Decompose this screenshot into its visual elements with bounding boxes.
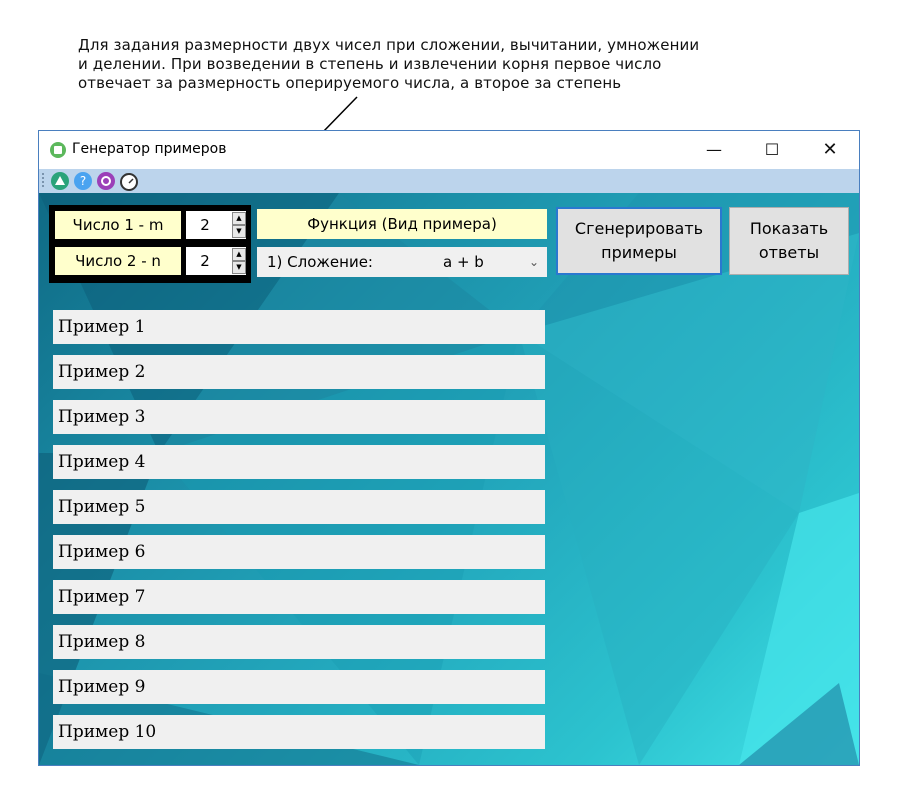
function-selected-name: 1) Сложение: (267, 253, 373, 271)
annotation-line: Для задания размерности двух чисел при с… (78, 36, 700, 54)
app-window: Генератор примеров — ☐ ✕ ? Число 1 - m 2… (38, 130, 860, 766)
example-field[interactable]: Пример 9 (53, 670, 545, 704)
settings-icon[interactable] (97, 172, 115, 190)
show-answers-button[interactable]: Показать ответы (729, 207, 849, 275)
example-field[interactable]: Пример 1 (53, 310, 545, 344)
toolbar-grip[interactable] (42, 173, 44, 189)
dimension-inputs-frame: Число 1 - m 2 ▲ ▼ Число 2 - n 2 ▲ ▼ (49, 205, 251, 283)
function-selected-formula: a + b (443, 253, 484, 271)
number1-up-arrow-icon[interactable]: ▲ (232, 212, 246, 225)
function-select[interactable]: 1) Сложение: a + b ⌄ (257, 247, 547, 277)
example-field[interactable]: Пример 7 (53, 580, 545, 614)
number1-stepper[interactable]: 2 ▲ ▼ (186, 211, 246, 239)
help-icon[interactable]: ? (74, 172, 92, 190)
minimize-button[interactable]: — (691, 131, 737, 169)
window-title: Генератор примеров (72, 141, 227, 157)
example-field[interactable]: Пример 2 (53, 355, 545, 389)
example-field[interactable]: Пример 6 (53, 535, 545, 569)
annotation-line: и делении. При возведении в степень и из… (78, 55, 662, 73)
up-triangle-icon[interactable] (51, 172, 69, 190)
example-field[interactable]: Пример 8 (53, 625, 545, 659)
number2-stepper[interactable]: 2 ▲ ▼ (186, 247, 246, 275)
number2-up-arrow-icon[interactable]: ▲ (232, 248, 246, 261)
timer-icon[interactable] (120, 173, 138, 191)
number1-label: Число 1 - m (55, 211, 181, 239)
app-icon (50, 142, 66, 158)
number1-value[interactable]: 2 (186, 211, 224, 239)
annotation-line: отвечает за размерность оперируемого чис… (78, 74, 622, 92)
example-field[interactable]: Пример 4 (53, 445, 545, 479)
chevron-down-icon[interactable]: ⌄ (529, 247, 539, 277)
number1-down-arrow-icon[interactable]: ▼ (232, 225, 246, 238)
example-field[interactable]: Пример 3 (53, 400, 545, 434)
function-label: Функция (Вид примера) (257, 209, 547, 239)
number2-value[interactable]: 2 (186, 247, 224, 275)
annotation-text: Для задания размерности двух чисел при с… (78, 36, 798, 93)
maximize-button[interactable]: ☐ (749, 131, 795, 169)
example-field[interactable]: Пример 5 (53, 490, 545, 524)
number2-label: Число 2 - n (55, 247, 181, 275)
generate-button[interactable]: Сгенерировать примеры (556, 207, 722, 275)
example-field[interactable]: Пример 10 (53, 715, 545, 749)
close-button[interactable]: ✕ (807, 131, 853, 169)
client-area: Число 1 - m 2 ▲ ▼ Число 2 - n 2 ▲ ▼ Функ… (39, 193, 859, 765)
number2-down-arrow-icon[interactable]: ▼ (232, 261, 246, 274)
toolbar: ? (39, 169, 859, 193)
title-bar[interactable]: Генератор примеров — ☐ ✕ (39, 131, 859, 169)
